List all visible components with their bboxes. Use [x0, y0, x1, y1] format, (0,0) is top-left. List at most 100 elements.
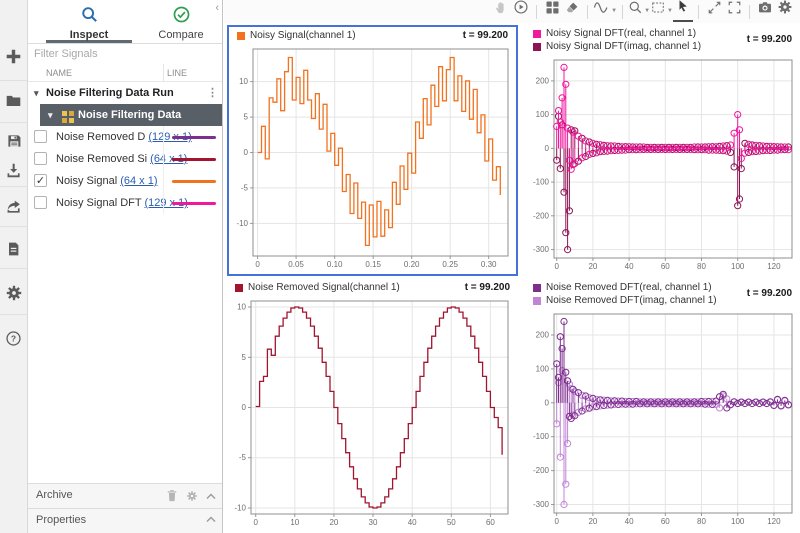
- signal-line-cell[interactable]: [163, 126, 223, 148]
- gear-icon[interactable]: [186, 490, 198, 505]
- create-report-button[interactable]: [0, 236, 27, 266]
- noise-removed-signal-chart: 0 10 20 30 40 50 60 -10 -5 0 5 10: [234, 300, 509, 527]
- fit-view-icon: [650, 0, 666, 20]
- run-label: Noise Filtering Data Run: [46, 87, 174, 99]
- plot-noise-removed-signal[interactable]: Noise Removed Signal(channel 1) t = 99.2…: [227, 279, 518, 532]
- hand-icon: [494, 0, 509, 20]
- open-session-button[interactable]: [0, 88, 27, 118]
- svg-text:120: 120: [767, 517, 781, 526]
- signal-trace-button[interactable]: ▼: [593, 0, 617, 22]
- export-button[interactable]: [0, 193, 27, 223]
- preferences-button[interactable]: [0, 280, 27, 310]
- signal-dims-link[interactable]: (64 x 1): [120, 175, 157, 187]
- chevron-up-icon[interactable]: [206, 514, 216, 526]
- svg-text:-5: -5: [239, 453, 247, 462]
- signal-row[interactable]: ✓ Noisy Signal (64 x 1): [28, 170, 222, 192]
- tab-inspect[interactable]: Inspect: [46, 0, 132, 43]
- gear-icon: [5, 284, 23, 307]
- cursor-time-label: t = 99.200: [746, 34, 792, 45]
- plot-noisy-signal[interactable]: Noisy Signal(channel 1) t = 99.200 0 0.05…: [227, 25, 518, 276]
- svg-text:0: 0: [242, 403, 247, 412]
- divider: [0, 186, 27, 187]
- plus-icon: [5, 48, 22, 70]
- plot-noise-removed-dft[interactable]: Noise Removed DFT(real, channel 1) Noise…: [525, 279, 800, 532]
- plot-noisy-dft[interactable]: Noisy Signal DFT(real, channel 1) Noisy …: [525, 25, 800, 276]
- layout-button[interactable]: [542, 0, 562, 22]
- dataset-label: Noise Filtering Data: [78, 109, 182, 121]
- zoom-button[interactable]: ▼: [628, 1, 650, 22]
- grid-layout-icon: [545, 0, 560, 20]
- kebab-menu-icon[interactable]: ⋮: [207, 82, 218, 104]
- help-icon: ?: [5, 330, 22, 352]
- plot-toolbar: ▼ ▼ ▼: [224, 0, 800, 23]
- signal-checkbox[interactable]: ✓: [34, 174, 47, 187]
- gear-icon: [777, 0, 793, 20]
- help-button[interactable]: ?: [0, 326, 27, 356]
- expander-triangle-icon[interactable]: ▾: [34, 82, 39, 104]
- panel-tabs: Inspect Compare ‹: [28, 0, 222, 43]
- app-toolstrip: ?: [0, 0, 28, 533]
- svg-text:50: 50: [447, 518, 456, 527]
- signal-checkbox[interactable]: [34, 196, 47, 209]
- save-session-button[interactable]: [0, 128, 27, 158]
- settings-button[interactable]: [775, 0, 795, 22]
- signal-checkbox[interactable]: [34, 152, 47, 165]
- trash-icon[interactable]: [166, 489, 178, 505]
- divider: [698, 4, 699, 19]
- legend-entry: Noise Removed Signal(channel 1): [235, 281, 400, 294]
- tab-inspect-label: Inspect: [69, 29, 109, 41]
- fit-to-view-button[interactable]: ▼: [650, 0, 673, 22]
- dataset-row[interactable]: ▾ Noise Filtering Data: [40, 104, 222, 126]
- svg-text:100: 100: [536, 110, 550, 119]
- legend-label: Noise Removed DFT(imag, channel 1): [546, 295, 717, 306]
- legend-swatch: [237, 31, 245, 40]
- signal-line-swatch: [172, 136, 216, 139]
- import-button[interactable]: [0, 158, 27, 188]
- pointer-button[interactable]: [673, 0, 693, 22]
- noisy-signal-chart: 0 0.05 0.10 0.15 0.20 0.25 0.30 -10 -5 0 5 10: [236, 48, 509, 269]
- legend-swatch: [533, 29, 541, 38]
- clear-button[interactable]: [562, 2, 582, 22]
- signal-line-swatch: [172, 180, 216, 183]
- run-row[interactable]: ▾ Noise Filtering Data Run ⋮: [28, 82, 222, 104]
- signal-row[interactable]: Noise Removed D (129 x 1): [28, 126, 222, 148]
- replay-button[interactable]: [511, 0, 531, 22]
- archive-section[interactable]: Archive: [28, 483, 222, 508]
- add-run-button[interactable]: [0, 44, 27, 74]
- fullscreen-button[interactable]: [724, 0, 744, 22]
- expand-button[interactable]: [704, 1, 724, 22]
- signal-line-cell[interactable]: [163, 170, 223, 192]
- tab-compare[interactable]: Compare: [138, 0, 224, 43]
- fullscreen-icon: [727, 0, 742, 20]
- legend-entry: Noisy Signal DFT(imag, channel 1): [533, 40, 701, 53]
- svg-text:40: 40: [408, 518, 417, 527]
- cursor-icon: [676, 0, 690, 18]
- snapshot-button[interactable]: [755, 1, 775, 22]
- legend-label: Noisy Signal(channel 1): [250, 30, 356, 41]
- divider: [749, 4, 750, 19]
- signal-row[interactable]: Noisy Signal DFT (129 x 1): [28, 192, 222, 214]
- divider: [0, 226, 27, 227]
- legend-label: Noisy Signal DFT(imag, channel 1): [546, 41, 702, 52]
- filter-signals-input[interactable]: [28, 44, 222, 64]
- svg-text:0.20: 0.20: [404, 260, 420, 269]
- signal-name: Noisy Signal: [56, 175, 118, 187]
- chevron-up-icon[interactable]: [206, 491, 216, 503]
- collapse-panel-chevron[interactable]: ‹: [215, 2, 219, 14]
- svg-text:200: 200: [536, 76, 550, 85]
- wave-icon: [593, 0, 610, 20]
- svg-text:0.30: 0.30: [481, 260, 497, 269]
- compare-check-icon: [138, 5, 224, 27]
- svg-text:0: 0: [255, 260, 260, 269]
- signal-line-cell[interactable]: [163, 148, 223, 170]
- divider: [0, 80, 27, 81]
- pan-button[interactable]: [491, 0, 511, 22]
- expander-triangle-icon[interactable]: ▾: [48, 104, 53, 126]
- properties-section[interactable]: Properties: [28, 508, 222, 533]
- signal-checkbox[interactable]: [34, 130, 47, 143]
- import-icon: [5, 162, 22, 184]
- signal-row[interactable]: Noise Removed Si (64 x 1): [28, 148, 222, 170]
- signal-line-cell[interactable]: [163, 192, 223, 214]
- legend-label: Noisy Signal DFT(real, channel 1): [546, 28, 697, 39]
- svg-text:40: 40: [625, 262, 634, 271]
